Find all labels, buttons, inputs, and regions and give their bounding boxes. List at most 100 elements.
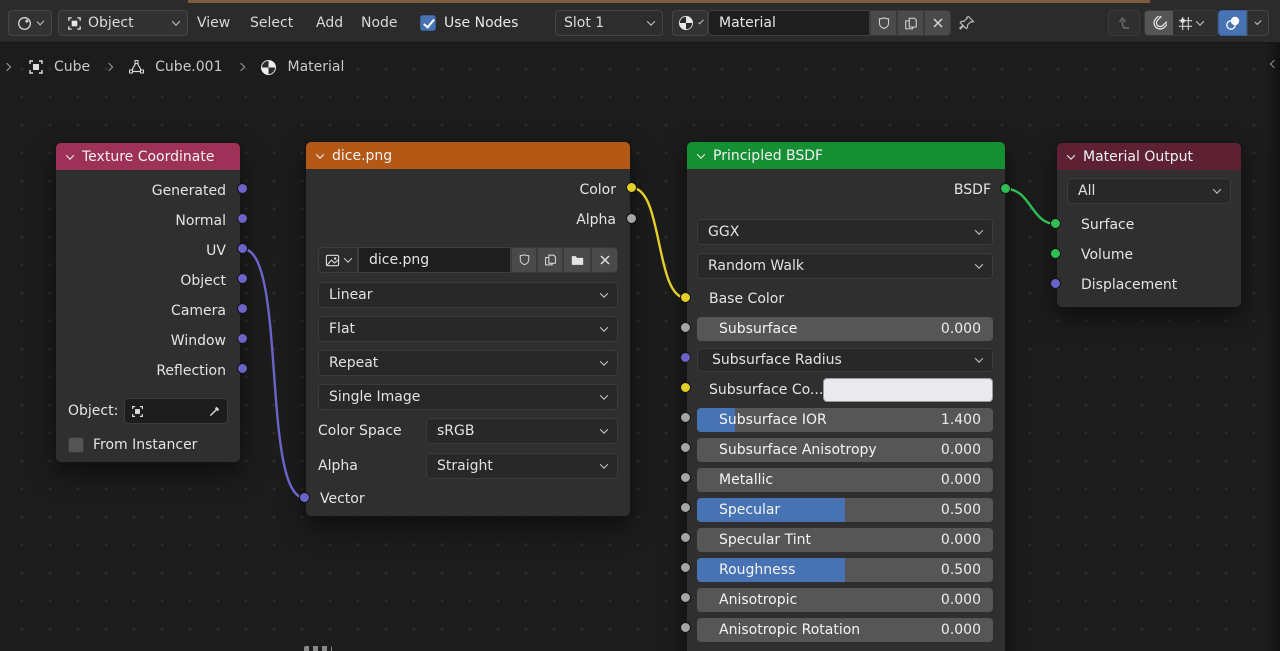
image-copy-button[interactable]	[537, 247, 563, 273]
subsurface-color-label: Subsurface Co...	[697, 382, 823, 398]
image-fake-user-button[interactable]	[511, 247, 537, 273]
folder-icon	[570, 253, 585, 267]
material-name-field[interactable]: Material	[708, 10, 870, 36]
socket-object-output[interactable]	[237, 273, 248, 284]
chevron-down-icon	[1213, 185, 1221, 193]
subsurface-radius-dropdown[interactable]: Subsurface Radius	[697, 348, 993, 372]
node-header-principled-bsdf[interactable]: Principled BSDF	[687, 142, 1005, 169]
socket-alpha-output[interactable]	[626, 213, 637, 224]
socket-subsurface-ior-input[interactable]	[680, 412, 691, 423]
socket-anisotropic-input[interactable]	[680, 592, 691, 603]
use-nodes-toggle[interactable]: Use Nodes	[420, 10, 518, 36]
menu-node[interactable]: Node	[361, 13, 398, 33]
subsurface-method-dropdown[interactable]: Random Walk	[697, 253, 993, 279]
slider-label: Subsurface IOR	[697, 412, 827, 428]
socket-normal-output[interactable]	[237, 213, 248, 224]
socket-uv-output[interactable]	[237, 243, 248, 254]
node-header-material-output[interactable]: Material Output	[1057, 143, 1241, 170]
specular-tint-slider[interactable]: Specular Tint 0.000	[697, 528, 993, 552]
close-icon	[599, 254, 611, 266]
socket-volume-input[interactable]	[1050, 248, 1061, 259]
breadcrumb-mesh[interactable]: Cube.001	[155, 59, 222, 75]
node-image-texture[interactable]: dice.png Color Alpha dice.png	[305, 141, 631, 517]
overlays-toggle-button[interactable]	[1218, 10, 1247, 36]
socket-bsdf-output[interactable]	[1000, 183, 1011, 194]
source-dropdown[interactable]: Single Image	[318, 384, 618, 410]
alpha-mode-dropdown[interactable]: Straight	[426, 453, 618, 479]
node-header-texture-coordinate[interactable]: Texture Coordinate	[56, 143, 240, 170]
socket-subsurface-anisotropy-input[interactable]	[680, 442, 691, 453]
socket-base-color-input[interactable]	[680, 292, 691, 303]
fake-user-button[interactable]	[870, 10, 897, 36]
new-material-button[interactable]	[897, 10, 924, 36]
subsurface-anisotropy-slider[interactable]: Subsurface Anisotropy 0.000	[697, 438, 993, 462]
subsurface-color-swatch[interactable]	[823, 378, 993, 402]
socket-camera-output[interactable]	[237, 303, 248, 314]
menu-select[interactable]: Select	[250, 13, 293, 33]
socket-reflection-output[interactable]	[237, 363, 248, 374]
roughness-slider[interactable]: Roughness 0.500	[697, 558, 993, 582]
pin-icon[interactable]	[958, 10, 976, 36]
snap-toggle-button[interactable]	[1145, 11, 1173, 35]
interpolation-value: Linear	[329, 287, 373, 303]
output-target-dropdown[interactable]: All	[1067, 178, 1231, 204]
socket-displacement-input[interactable]	[1050, 278, 1061, 289]
output-window: Window	[56, 326, 240, 356]
socket-generated-output[interactable]	[237, 183, 248, 194]
image-name-field[interactable]: dice.png	[358, 247, 511, 273]
node-principled-bsdf[interactable]: Principled BSDF BSDF GGX Random Walk Bas…	[686, 141, 1006, 651]
go-to-parent-tree-button[interactable]	[1108, 10, 1140, 36]
socket-surface-input[interactable]	[1050, 218, 1061, 229]
eyedropper-icon[interactable]	[208, 405, 221, 418]
interpolation-dropdown[interactable]: Linear	[318, 282, 618, 308]
shader-editor-header: Object View Select Add Node Use Nodes Sl…	[0, 3, 1280, 43]
socket-subsurface-input[interactable]	[680, 322, 691, 333]
overlays-dropdown[interactable]	[1247, 10, 1269, 36]
subsurface-ior-slider[interactable]: Subsurface IOR 1.400	[697, 408, 993, 432]
socket-color-output[interactable]	[626, 182, 637, 193]
image-open-button[interactable]	[563, 247, 591, 273]
socket-roughness-input[interactable]	[680, 562, 691, 573]
node-canvas[interactable]: Cube Cube.001 Material Texture Coordinat	[0, 43, 1280, 651]
breadcrumb-material[interactable]: Material	[287, 59, 344, 75]
socket-specular-input[interactable]	[680, 502, 691, 513]
use-nodes-checkbox[interactable]	[420, 15, 436, 31]
image-browser-button[interactable]	[318, 247, 358, 273]
socket-window-output[interactable]	[237, 333, 248, 344]
breadcrumb-expand-icon[interactable]	[3, 63, 11, 71]
object-icon	[28, 59, 44, 75]
image-unlink-button[interactable]	[591, 247, 618, 273]
extension-dropdown[interactable]: Repeat	[318, 350, 618, 376]
editor-type-button[interactable]	[8, 10, 52, 36]
socket-vector-input[interactable]	[299, 492, 310, 503]
mode-dropdown[interactable]: Object	[58, 10, 188, 36]
socket-specular-tint-input[interactable]	[680, 532, 691, 543]
from-instancer-checkbox[interactable]	[68, 437, 84, 453]
input-vector: Vector	[306, 484, 630, 514]
node-material-output[interactable]: Material Output All Surface Volume Displ…	[1056, 142, 1242, 308]
socket-metallic-input[interactable]	[680, 472, 691, 483]
node-header-image-texture[interactable]: dice.png	[306, 142, 630, 169]
specular-slider[interactable]: Specular 0.500	[697, 498, 993, 522]
anisotropic-rotation-slider[interactable]: Anisotropic Rotation 0.000	[697, 618, 993, 642]
socket-subsurface-radius-input[interactable]	[680, 352, 691, 363]
mode-label: Object	[88, 15, 134, 31]
socket-anisotropic-rotation-input[interactable]	[680, 622, 691, 633]
menu-add[interactable]: Add	[316, 13, 343, 33]
unlink-material-button[interactable]	[924, 10, 951, 36]
color-space-dropdown[interactable]: sRGB	[426, 418, 618, 444]
material-browser-button[interactable]	[672, 10, 708, 36]
anisotropic-slider[interactable]: Anisotropic 0.000	[697, 588, 993, 612]
distribution-dropdown[interactable]: GGX	[697, 219, 993, 245]
material-sphere-icon	[678, 15, 694, 31]
snap-settings-dropdown[interactable]	[1173, 16, 1208, 31]
subsurface-slider[interactable]: Subsurface 0.000	[697, 317, 993, 341]
breadcrumb-object[interactable]: Cube	[54, 59, 90, 75]
metallic-slider[interactable]: Metallic 0.000	[697, 468, 993, 492]
projection-dropdown[interactable]: Flat	[318, 316, 618, 342]
menu-view[interactable]: View	[197, 13, 230, 33]
node-texture-coordinate[interactable]: Texture Coordinate Generated Normal UV O…	[55, 142, 241, 463]
slot-dropdown[interactable]: Slot 1	[555, 10, 663, 36]
object-picker-field[interactable]	[124, 398, 228, 424]
socket-subsurface-color-input[interactable]	[680, 382, 691, 393]
